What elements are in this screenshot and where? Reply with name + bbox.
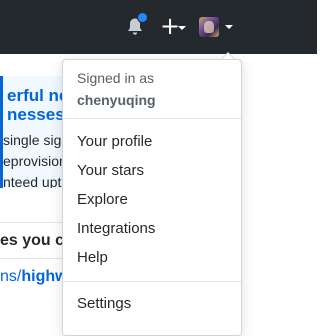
section-heading: es you co: [0, 232, 70, 249]
create-new-button[interactable]: +: [160, 12, 186, 40]
signed-in-label: Signed in as: [77, 70, 155, 86]
repository-link[interactable]: ns/highwa: [0, 268, 70, 286]
menu-item-explore[interactable]: Explore: [63, 186, 241, 214]
menu-item-help[interactable]: Help: [63, 244, 241, 272]
menu-item-your-profile[interactable]: Your profile: [63, 128, 241, 156]
menu-divider: [63, 281, 241, 282]
username: chenyuqing: [77, 92, 156, 108]
menu-divider: [63, 118, 241, 119]
menu-item-your-stars[interactable]: Your stars: [63, 157, 241, 185]
chevron-down-icon: [178, 26, 186, 30]
divider: [0, 258, 70, 259]
user-dropdown-menu: Signed in as chenyuqing Your profile You…: [62, 59, 242, 336]
header-bar: +: [0, 0, 317, 54]
user-menu-button[interactable]: [199, 17, 235, 39]
dropdown-caret-fill: [222, 53, 234, 59]
menu-item-settings[interactable]: Settings: [63, 290, 241, 318]
repo-owner: ns/: [0, 268, 22, 285]
chevron-down-icon: [225, 25, 233, 29]
divider: [0, 222, 70, 223]
menu-item-integrations[interactable]: Integrations: [63, 215, 241, 243]
notification-indicator: [137, 12, 148, 23]
avatar: [199, 17, 219, 37]
